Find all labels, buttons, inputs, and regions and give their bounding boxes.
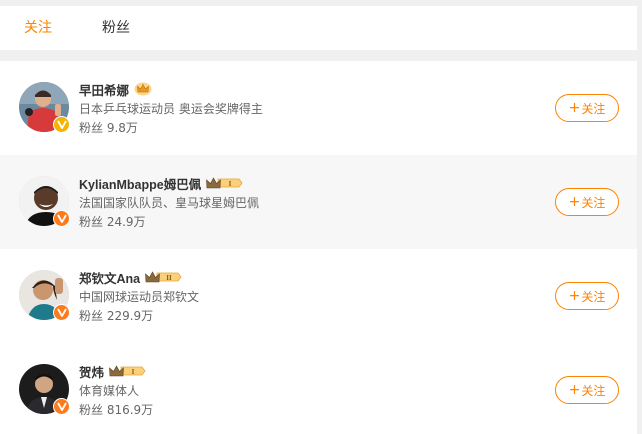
verified-v-icon xyxy=(53,210,70,227)
user-description: 日本乒乓球运动员 奥运会奖牌得主 xyxy=(79,102,263,116)
member-crown-icon: I xyxy=(109,364,147,378)
avatar[interactable] xyxy=(19,176,70,227)
user-description: 法国国家队队员、皇马球星姆巴佩 xyxy=(79,196,260,210)
follow-button[interactable]: + 关注 xyxy=(555,94,619,122)
member-crown-icon: II xyxy=(145,270,183,284)
fans-count: 粉丝 24.9万 xyxy=(79,215,146,229)
user-row[interactable]: 郑钦文Ana II 中国网球运动员郑钦文 粉丝 229.9万 + 关注 xyxy=(0,249,637,343)
tab-follow[interactable]: 关注 xyxy=(24,6,52,50)
crown-level: I xyxy=(229,180,232,188)
follow-label: 关注 xyxy=(581,195,606,210)
user-info: KylianMbappe姆巴佩 I 法国国家队队员、皇马球星姆巴佩 粉丝 24.… xyxy=(79,174,259,231)
follow-label: 关注 xyxy=(581,289,606,304)
avatar[interactable] xyxy=(19,364,70,415)
user-row[interactable]: 贺炜 I 体育媒体人 粉丝 816.9万 + 关注 xyxy=(0,343,637,434)
user-description: 中国网球运动员郑钦文 xyxy=(79,290,200,304)
plus-icon: + xyxy=(568,194,581,210)
crown-level: II xyxy=(166,274,172,282)
verified-v-icon xyxy=(53,116,70,133)
verified-v-icon xyxy=(53,398,70,415)
crown-level: I xyxy=(132,368,135,376)
avatar[interactable] xyxy=(19,270,70,321)
user-description: 体育媒体人 xyxy=(79,384,140,398)
user-name[interactable]: 郑钦文Ana xyxy=(79,268,140,287)
fans-count: 粉丝 816.9万 xyxy=(79,403,154,417)
user-name[interactable]: 早田希娜 xyxy=(79,80,129,99)
avatar[interactable] xyxy=(19,82,70,133)
verified-v-icon xyxy=(53,304,70,321)
tab-fans[interactable]: 粉丝 xyxy=(102,6,130,50)
user-row[interactable]: 早田希娜 日本乒乓球运动员 奥运会奖牌得主 粉丝 9.8万 + 关注 xyxy=(0,61,637,155)
user-info: 贺炜 I 体育媒体人 粉丝 816.9万 xyxy=(79,362,153,419)
follow-label: 关注 xyxy=(581,101,606,116)
user-info: 郑钦文Ana II 中国网球运动员郑钦文 粉丝 229.9万 xyxy=(79,268,199,325)
member-crown-icon: I xyxy=(206,176,244,190)
plus-icon: + xyxy=(568,382,581,398)
page: 关注 粉丝 早田希娜 日本乒乓球运动员 奥运会奖牌得主 粉丝 9.8万 + 关注… xyxy=(0,0,642,434)
member-crown-icon xyxy=(134,82,152,96)
follow-button[interactable]: + 关注 xyxy=(555,376,619,404)
tab-bar: 关注 粉丝 xyxy=(0,6,637,50)
user-row[interactable]: KylianMbappe姆巴佩 I 法国国家队队员、皇马球星姆巴佩 粉丝 24.… xyxy=(0,155,637,249)
plus-icon: + xyxy=(568,100,581,116)
user-name[interactable]: KylianMbappe姆巴佩 xyxy=(79,174,201,193)
user-info: 早田希娜 日本乒乓球运动员 奥运会奖牌得主 粉丝 9.8万 xyxy=(79,80,263,137)
user-list: 早田希娜 日本乒乓球运动员 奥运会奖牌得主 粉丝 9.8万 + 关注 Kylia… xyxy=(0,61,637,434)
follow-button[interactable]: + 关注 xyxy=(555,188,619,216)
fans-count: 粉丝 9.8万 xyxy=(79,121,138,135)
follow-button[interactable]: + 关注 xyxy=(555,282,619,310)
fans-count: 粉丝 229.9万 xyxy=(79,309,154,323)
plus-icon: + xyxy=(568,288,581,304)
user-name[interactable]: 贺炜 xyxy=(79,362,104,381)
follow-label: 关注 xyxy=(581,383,606,398)
